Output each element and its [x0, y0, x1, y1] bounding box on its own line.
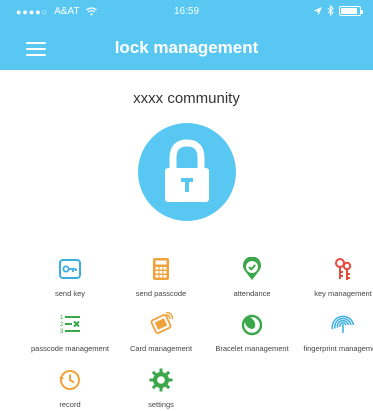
menu-item-settings[interactable]: settings: [115, 368, 207, 411]
menu-item-send-passcode[interactable]: send passcode: [115, 257, 207, 309]
menu-item-send-key[interactable]: send key: [24, 257, 116, 309]
fingerprint-icon: [331, 315, 355, 333]
menu-item-record[interactable]: record: [24, 368, 116, 411]
menu-item-card-management[interactable]: Card management: [115, 312, 207, 364]
page-title: lock management: [114, 38, 259, 57]
bluetooth-icon: [327, 5, 334, 16]
svg-text:3: 3: [60, 329, 64, 335]
svg-text:1: 1: [60, 315, 64, 321]
padlock-icon: [165, 139, 209, 202]
menu-item-label: fingerprint management: [303, 344, 373, 353]
battery-indicator: [339, 5, 363, 16]
menu-item-passcode-management[interactable]: 1 2 3 passcode management: [24, 312, 116, 364]
numbered-list-icon: 123: [60, 315, 80, 335]
menu-item-label: send passcode: [135, 289, 187, 298]
menu-item-label: attendance: [233, 289, 271, 298]
check-location-icon: [243, 257, 261, 280]
menu-item-label: Bracelet management: [215, 344, 289, 353]
keypad-icon: [153, 258, 169, 280]
menu-item-bracelet-management[interactable]: Bracelet management: [206, 312, 298, 364]
app-screen: ●●●●○ A&AT 16:59 lock management xxxx co…: [0, 0, 373, 411]
lock-button[interactable]: [138, 123, 236, 221]
community-name: xxxx community: [133, 90, 240, 107]
gear-icon: [149, 368, 173, 392]
svg-text:2: 2: [60, 322, 64, 328]
app-bar: ●●●●○ A&AT 16:59 lock management: [0, 0, 373, 70]
menu-item-attendance[interactable]: attendance: [206, 257, 298, 309]
menu-item-label: settings: [148, 400, 174, 409]
menu-item-label: passcode management: [31, 344, 109, 353]
menu-item-fingerprint-management[interactable]: fingerprint management: [297, 312, 373, 364]
key-icon: [59, 259, 81, 279]
bracelet-icon: [241, 314, 263, 336]
location-arrow-icon: [314, 6, 322, 15]
battery-level: [341, 7, 358, 14]
menu-item-label: record: [59, 400, 81, 409]
card-icon: [150, 312, 173, 334]
keys-icon: [335, 258, 352, 280]
menu-item-key-management[interactable]: key management: [297, 257, 373, 309]
status-bar: ●●●●○ A&AT 16:59: [0, 0, 373, 22]
history-icon: [59, 370, 80, 390]
menu-item-label: Card management: [129, 344, 193, 353]
menu-item-label: send key: [54, 289, 86, 298]
menu-item-label: key management: [314, 289, 372, 298]
